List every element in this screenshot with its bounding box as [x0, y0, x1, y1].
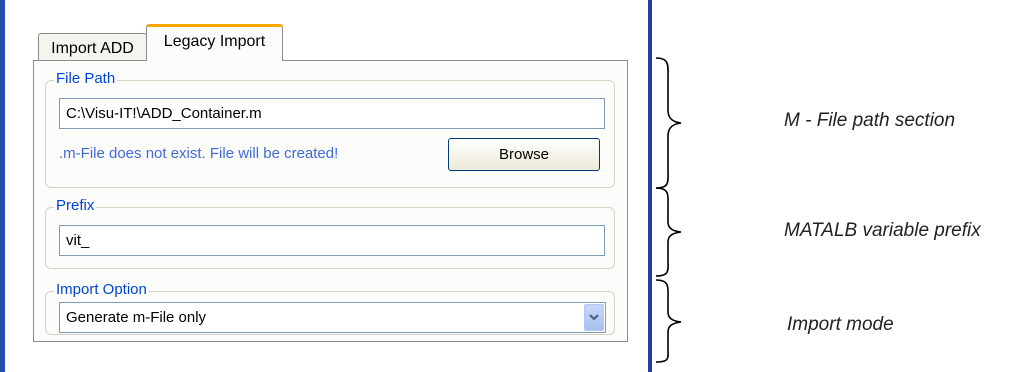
import-option-selected: Generate m-File only	[66, 309, 207, 326]
annotation-file-path: M - File path section	[784, 110, 956, 131]
import-option-group: Import Option Generate m-File only	[45, 281, 615, 335]
brace-prefix	[655, 187, 682, 277]
annotation-braces	[655, 57, 682, 363]
tab-legacy-import[interactable]: Legacy Import	[146, 24, 283, 61]
legacy-import-panel: File Path .m-File does not exist. File w…	[33, 60, 628, 342]
tab-import-add[interactable]: Import ADD	[38, 33, 147, 63]
file-path-legend: File Path	[54, 70, 118, 88]
brace-file-path	[655, 57, 682, 189]
brace-import-mode	[655, 279, 682, 363]
window-border-left	[0, 0, 5, 372]
prefix-legend: Prefix	[54, 197, 97, 215]
file-status-text: .m-File does not exist. File will be cre…	[59, 145, 339, 162]
prefix-group: Prefix	[45, 197, 615, 269]
browse-button[interactable]: Browse	[448, 138, 600, 171]
file-path-group: File Path .m-File does not exist. File w…	[45, 70, 615, 188]
import-option-legend: Import Option	[54, 281, 149, 299]
import-option-select[interactable]: Generate m-File only	[59, 302, 606, 333]
chevron-down-icon[interactable]	[584, 304, 604, 331]
annotation-prefix: MATALB variable prefix	[784, 220, 981, 241]
file-path-input[interactable]	[59, 98, 605, 129]
annotation-import-mode: Import mode	[787, 314, 894, 335]
prefix-input[interactable]	[59, 225, 605, 256]
